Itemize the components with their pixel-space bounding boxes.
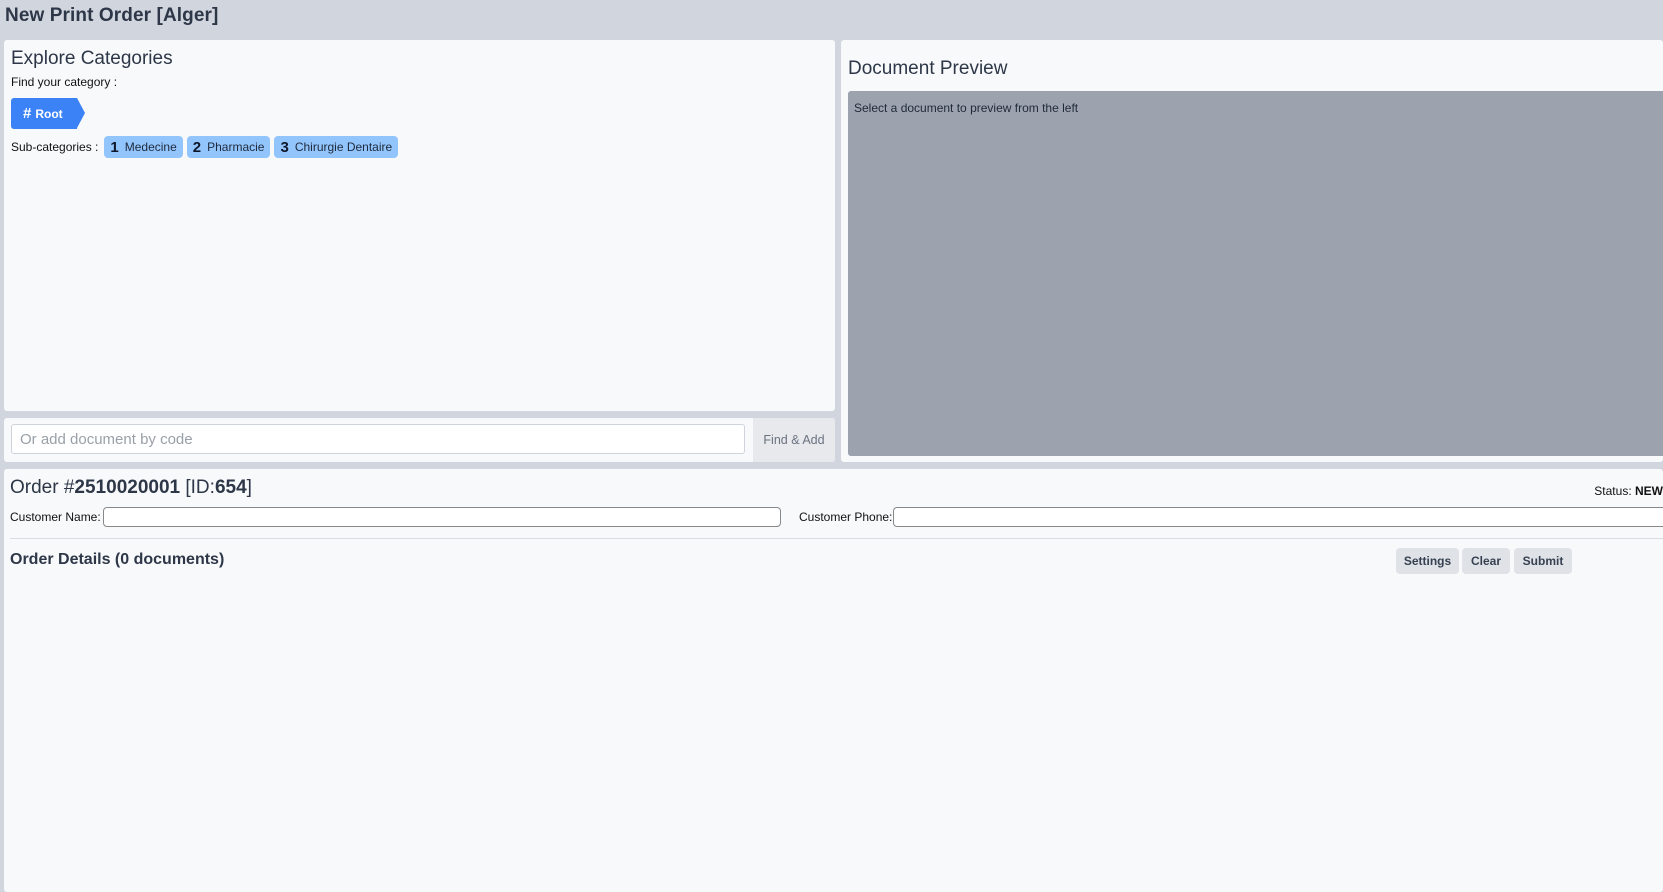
order-id-open: [ID: (180, 477, 215, 498)
order-details-title: Order Details (0 documents) (10, 551, 225, 568)
preview-empty-message: Select a document to preview from the le… (854, 101, 1079, 115)
subcategory-label: Pharmacie (207, 140, 265, 154)
subcategory-pharmacie[interactable]: 2 Pharmacie (186, 136, 271, 158)
settings-button[interactable]: Settings (1396, 548, 1459, 574)
preview-heading: Document Preview (848, 58, 1008, 79)
order-status: Status: NEW (1594, 484, 1663, 498)
categories-panel: Explore Categories Find your category : … (4, 40, 835, 411)
preview-area: Select a document to preview from the le… (848, 91, 1663, 456)
subcategory-medecine[interactable]: 1 Medecine (104, 136, 183, 158)
order-id: 654 (214, 477, 247, 498)
find-add-button[interactable]: Find & Add (753, 418, 835, 462)
order-id-close: ] (246, 477, 252, 498)
subcategory-number: 3 (280, 138, 289, 156)
subcategory-label: Medecine (124, 140, 177, 154)
subcategory-number: 1 (110, 138, 119, 156)
customer-phone-label: Customer Phone: (799, 510, 893, 524)
document-code-input[interactable] (11, 424, 745, 454)
page-title: New Print Order [Alger] (5, 5, 219, 26)
order-number: 2510020001 (74, 477, 181, 498)
subcategory-chirurgie-dentaire[interactable]: 3 Chirurgie Dentaire (274, 136, 399, 158)
customer-name-input[interactable] (103, 507, 781, 527)
divider (10, 538, 1663, 539)
subcategories-row: Sub-categories : 1 Medecine 2 Pharmacie … (11, 136, 399, 158)
order-title-prefix: Order # (10, 477, 75, 498)
order-title: Order #2510020001 [ID:654] (10, 477, 252, 499)
customer-name-label: Customer Name: (10, 510, 101, 524)
order-panel: Order #2510020001 [ID:654] Status: NEW C… (4, 469, 1663, 892)
clear-button[interactable]: Clear (1462, 548, 1510, 574)
submit-button[interactable]: Submit (1514, 548, 1572, 574)
subcategory-number: 2 (192, 138, 202, 156)
code-search-panel: Find & Add (4, 418, 835, 462)
categories-heading: Explore Categories (11, 48, 173, 69)
customer-phone-input[interactable] (893, 507, 1663, 527)
hash-icon: # (23, 105, 32, 122)
preview-panel: Document Preview Select a document to pr… (841, 40, 1663, 462)
status-badge: NEW (1635, 484, 1663, 498)
breadcrumb-root[interactable]: # Root (11, 98, 85, 129)
status-label: Status: (1594, 484, 1632, 498)
breadcrumb-root-label: Root (35, 106, 63, 121)
find-category-label: Find your category : (11, 75, 118, 89)
subcategories-label: Sub-categories : (11, 140, 99, 154)
subcategory-label: Chirurgie Dentaire (294, 140, 393, 154)
